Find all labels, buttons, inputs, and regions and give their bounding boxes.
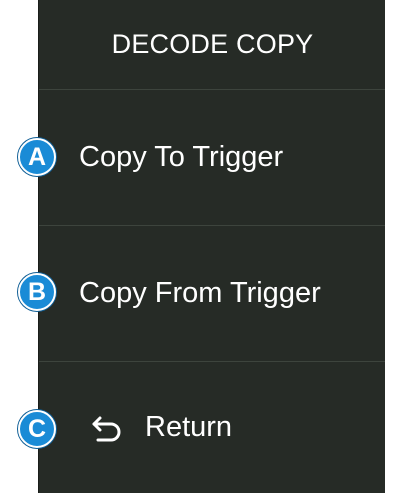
callout-badge-a: A <box>18 138 56 176</box>
decode-copy-menu: DECODE COPY Copy To Trigger Copy From Tr… <box>38 0 386 493</box>
right-margin <box>385 0 397 493</box>
return-label: Return <box>145 411 233 443</box>
copy-to-trigger-label: Copy To Trigger <box>79 141 284 173</box>
menu-title: DECODE COPY <box>39 0 386 90</box>
copy-from-trigger-label: Copy From Trigger <box>79 277 321 309</box>
callout-badge-b: B <box>18 273 56 311</box>
return-button[interactable]: Return <box>39 362 386 493</box>
callout-badge-c: C <box>18 410 56 448</box>
return-arrow-icon <box>92 416 121 441</box>
copy-from-trigger-button[interactable]: Copy From Trigger <box>39 226 386 362</box>
copy-to-trigger-button[interactable]: Copy To Trigger <box>39 90 386 226</box>
